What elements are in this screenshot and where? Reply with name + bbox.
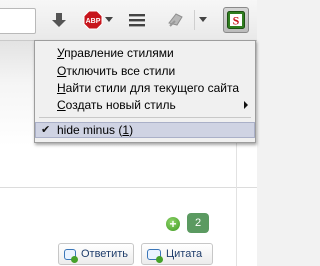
style-name: hide minus ( (57, 123, 123, 137)
toolbar-separator (194, 10, 195, 30)
adblock-button[interactable]: ABP (82, 8, 114, 32)
menu-item-style-hide-minus[interactable]: ✔ hide minus (1) (35, 122, 255, 138)
submenu-arrow-icon (244, 101, 248, 109)
reply-button[interactable]: Ответить (58, 243, 134, 265)
menu-item-find-styles[interactable]: Найти стили для текущего сайта (35, 80, 255, 96)
post-count-badge: 2 (187, 213, 209, 233)
adblock-icon: ABP (83, 10, 103, 30)
menu-button[interactable] (126, 8, 148, 32)
menu-separator (39, 117, 251, 118)
menu-item-disable-all-styles[interactable]: Отключить все стили (35, 63, 255, 79)
download-arrow-icon (52, 13, 66, 27)
download-button[interactable] (48, 8, 70, 32)
add-plus-icon[interactable]: + (166, 217, 180, 231)
accesskey: Н (57, 81, 66, 95)
content-divider (0, 187, 257, 188)
quote-bubble-icon (147, 248, 163, 263)
adblock-label: ABP (86, 18, 101, 25)
stylish-dropdown-menu: Управление стилями Отключить все стили Н… (34, 40, 256, 143)
quote-button[interactable]: Цитата (141, 243, 213, 265)
extension-button[interactable] (164, 8, 188, 32)
menu-item-manage-styles[interactable]: Управление стилями (35, 45, 255, 61)
menu-item-label: правление стилями (64, 46, 174, 60)
stylish-button[interactable]: S (223, 7, 249, 33)
stylish-label: S (233, 14, 240, 28)
accesskey: С (57, 98, 66, 112)
extension-dropdown-button[interactable] (197, 8, 209, 32)
menu-item-label: оздать новый стиль (65, 98, 176, 112)
chevron-down-icon (105, 17, 113, 22)
reply-label: Ответить (80, 248, 128, 260)
hamburger-menu-icon (129, 14, 145, 27)
menu-item-create-style[interactable]: Создать новый стиль (35, 97, 255, 113)
checkmark-icon: ✔ (41, 124, 51, 136)
menu-item-label: айти стили для текущего сайта (65, 81, 240, 95)
url-bar[interactable] (0, 8, 36, 34)
browser-toolbar: ABP S (0, 0, 257, 41)
menu-item-label: тключить все стили (66, 64, 176, 78)
extension-icon (168, 13, 183, 27)
quote-label: Цитата (166, 248, 203, 260)
reply-bubble-icon (64, 248, 78, 263)
accesskey: О (57, 64, 67, 78)
style-name-close: ) (129, 123, 134, 137)
stylish-icon: S (227, 11, 245, 29)
chevron-down-icon (199, 17, 207, 22)
